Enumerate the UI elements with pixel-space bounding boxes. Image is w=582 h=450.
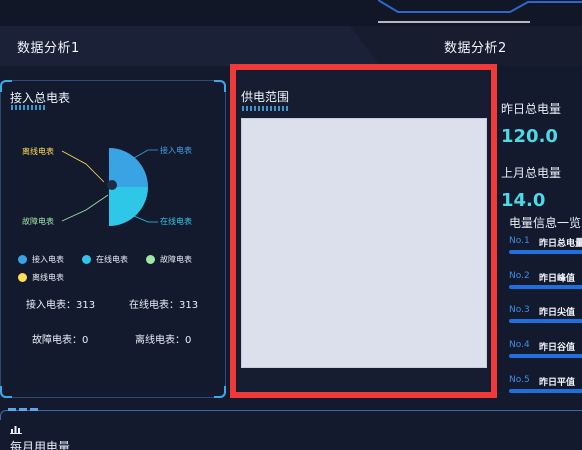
- legend-dot: [18, 255, 27, 264]
- tab-strip: 数据分析1 数据分析2: [0, 26, 582, 66]
- supply-range-map[interactable]: [241, 118, 487, 368]
- legend-dot: [18, 273, 27, 282]
- list-bar: [509, 250, 582, 254]
- list-item[interactable]: No.4 昨日谷值: [509, 340, 582, 362]
- pie-label-online: 在线电表: [160, 217, 192, 226]
- list-item[interactable]: No.5 昨日平值: [509, 375, 582, 397]
- power-info-list-title: 电量信息一览: [509, 216, 582, 230]
- pie-label-access: 接入电表: [160, 146, 192, 155]
- panel-title: 接入总电表: [10, 91, 71, 105]
- bar-chart-icon: [10, 426, 22, 434]
- title-underline: [242, 106, 290, 111]
- title-underline: [11, 105, 45, 110]
- list-bar: [509, 389, 582, 393]
- pie-label-fault: 故障电表: [22, 217, 54, 226]
- list-bar: [509, 354, 582, 358]
- stat-fault: 故障电表：0: [32, 335, 89, 346]
- pie-slice-online[interactable]: [109, 187, 148, 226]
- pie-center: [107, 180, 117, 190]
- yesterday-total-value: 120.0: [501, 126, 558, 147]
- panel-title: 供电范围: [241, 90, 290, 104]
- legend-dot: [146, 255, 155, 264]
- header-decoration: [378, 0, 582, 23]
- meter-pie-chart: 离线电表 接入电表 故障电表 在线电表: [0, 136, 226, 256]
- top-bar: [0, 0, 582, 26]
- last-month-total-value: 14.0: [501, 190, 546, 211]
- panel-title: 每月用电量: [10, 440, 71, 450]
- yesterday-total-label: 昨日总电量: [501, 102, 562, 116]
- legend-item-online[interactable]: 在线电表: [82, 254, 128, 265]
- stat-online: 在线电表：313: [129, 300, 199, 311]
- stat-offline: 离线电表：0: [135, 335, 192, 346]
- list-bar: [509, 285, 582, 289]
- list-item[interactable]: No.2 昨日峰值: [509, 271, 582, 293]
- legend-item-offline[interactable]: 离线电表: [18, 272, 64, 283]
- stat-access: 接入电表：313: [26, 300, 96, 311]
- pie-label-offline: 离线电表: [22, 147, 54, 156]
- supply-range-panel: 供电范围: [230, 64, 497, 398]
- list-bar: [509, 319, 582, 323]
- legend-item-access[interactable]: 接入电表: [18, 254, 64, 265]
- legend-item-fault[interactable]: 故障电表: [146, 254, 192, 265]
- list-item[interactable]: No.3 昨日尖值: [509, 305, 582, 327]
- tab-data-analysis-2[interactable]: 数据分析2: [444, 37, 507, 56]
- list-item[interactable]: No.1 昨日总电量: [509, 236, 582, 258]
- tab-data-analysis-1[interactable]: 数据分析1: [17, 37, 80, 56]
- monthly-usage-panel: 每月用电量: [0, 408, 582, 450]
- meter-summary-panel: 接入总电表 离线电表 接入电表 故障电表 在线电表 接入电表 在线电表 故障电表…: [0, 80, 226, 398]
- panel-decoration: [8, 408, 40, 411]
- legend-dot: [82, 255, 91, 264]
- last-month-total-label: 上月总电量: [501, 166, 562, 180]
